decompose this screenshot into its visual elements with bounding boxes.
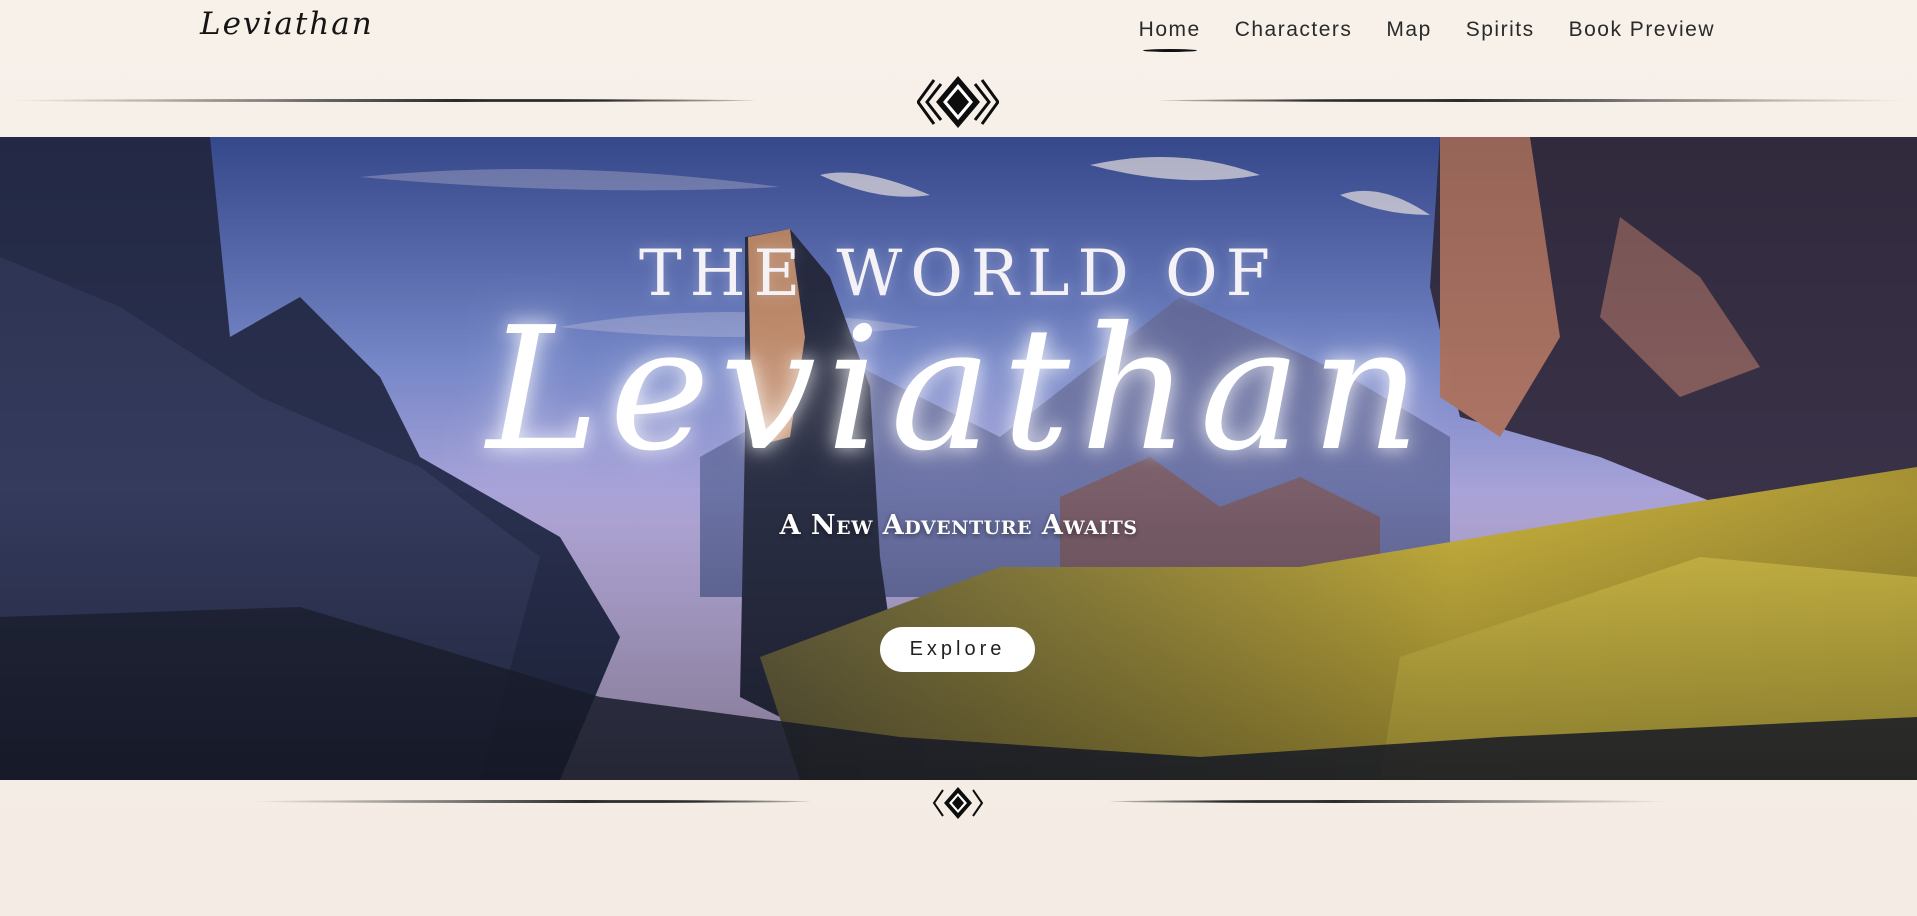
diamond-ornament-icon (932, 787, 984, 819)
nav-item-home[interactable]: Home (1139, 18, 1201, 52)
diamond-ornament-icon (917, 76, 999, 128)
header-divider-right (1160, 99, 1910, 102)
main-nav: Home Characters Map Spirits Book Preview (1105, 18, 1715, 52)
nav-item-spirits[interactable]: Spirits (1466, 18, 1535, 52)
site-logo[interactable]: Leviathan (200, 6, 374, 42)
hero-title: Leviathan (486, 291, 1431, 489)
footer-divider-right (1110, 800, 1670, 803)
nav-item-book-preview[interactable]: Book Preview (1569, 18, 1715, 52)
header-divider-left (5, 99, 755, 102)
page: Leviathan Home Characters Map Spirits Bo… (0, 0, 1917, 916)
nav-item-map[interactable]: Map (1386, 18, 1431, 52)
hero-banner: THE WORLD OF Leviathan A New Adventure A… (0, 137, 1917, 780)
nav-item-characters[interactable]: Characters (1235, 18, 1353, 52)
site-header: Leviathan Home Characters Map Spirits Bo… (0, 0, 1917, 137)
hero-tagline: A New Adventure Awaits (779, 510, 1138, 541)
explore-button[interactable]: Explore (880, 627, 1035, 672)
footer-divider-left (250, 800, 810, 803)
